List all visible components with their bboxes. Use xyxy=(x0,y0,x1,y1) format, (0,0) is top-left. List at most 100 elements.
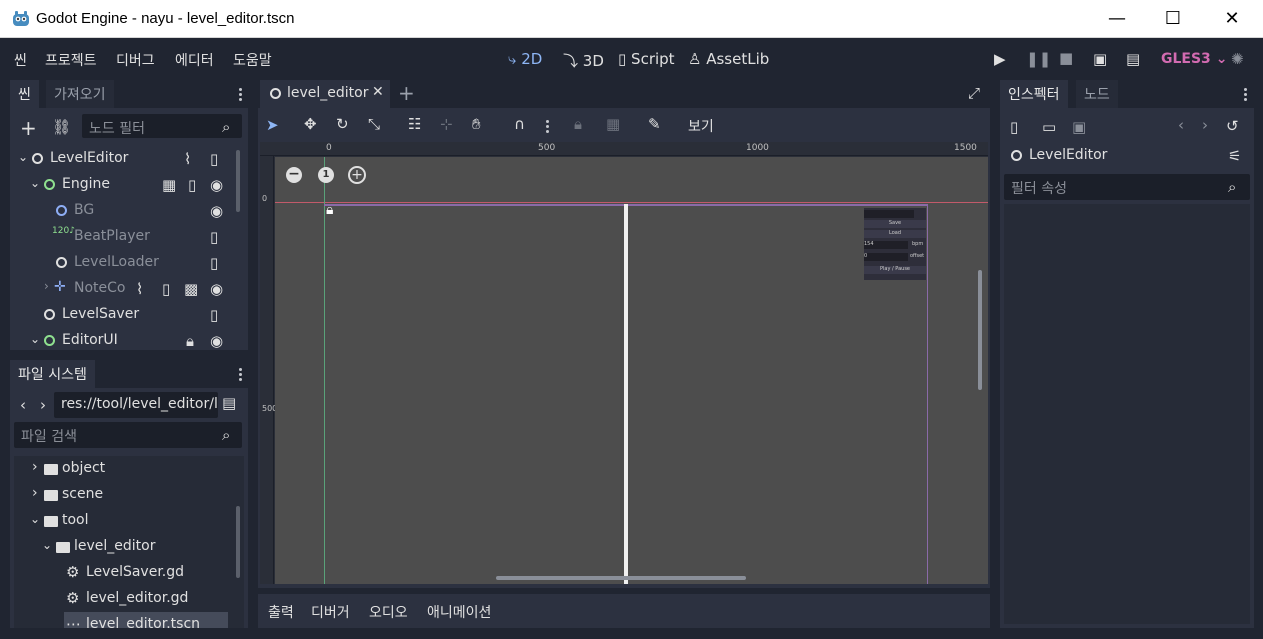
open-folder-icon[interactable]: ▭ xyxy=(1042,118,1056,136)
visibility-eye-icon[interactable]: ◉ xyxy=(210,280,223,298)
group-icon[interactable]: ▦ xyxy=(606,115,620,133)
workspace-assetlib-button[interactable]: ♙ AssetLib xyxy=(688,50,769,68)
distraction-free-icon[interactable]: ⤢ xyxy=(968,84,980,102)
chevron-right-icon[interactable]: › xyxy=(32,485,38,501)
file-item-scene[interactable]: ⋯ level_editor.tscn xyxy=(64,612,228,628)
new-resource-icon[interactable]: ▯ xyxy=(1010,118,1018,136)
snap-options-icon[interactable] xyxy=(546,118,550,135)
filter-properties-input[interactable]: 필터 속성 xyxy=(1004,174,1250,200)
zoom-in-icon[interactable]: + xyxy=(348,166,366,184)
node-filter-input[interactable]: 노드 필터 xyxy=(82,114,242,138)
script-icon[interactable]: ▯ xyxy=(210,228,218,246)
tree-node-leveleditor[interactable]: ⌄ LevelEditor ⌇ ▯ xyxy=(14,146,240,172)
chevron-down-icon[interactable]: ⌄ xyxy=(30,512,40,526)
file-item-script[interactable]: ⚙ level_editor.gd xyxy=(14,586,238,612)
chevron-down-icon[interactable]: ⌄ xyxy=(30,176,40,190)
file-item-folder[interactable]: › scene xyxy=(14,482,238,508)
filesystem-menu-icon[interactable] xyxy=(239,366,243,383)
tab-filesystem[interactable]: 파일 시스템 xyxy=(10,360,95,388)
clapper-icon[interactable]: ▦ xyxy=(162,176,176,194)
script-icon[interactable]: ▯ xyxy=(210,150,218,168)
history-forward-icon[interactable]: › xyxy=(1202,116,1208,134)
script-icon[interactable]: ▯ xyxy=(188,176,196,194)
instance-scene-icon[interactable]: ⛓ xyxy=(52,118,71,136)
renderer-select[interactable]: GLES3 ⌄ xyxy=(1161,51,1227,67)
view-menu[interactable]: 보기 xyxy=(688,116,714,136)
lock-icon[interactable]: 🔒︎ xyxy=(574,115,582,133)
zoom-out-icon[interactable]: − xyxy=(286,167,302,183)
lock-icon[interactable]: 🔒︎ xyxy=(186,332,194,348)
maximize-button[interactable]: ☐ xyxy=(1144,0,1202,38)
chevron-right-icon[interactable]: › xyxy=(32,459,38,475)
chevron-right-icon[interactable]: › xyxy=(44,279,49,293)
skeleton-icon[interactable]: ✎ xyxy=(648,115,661,133)
play-scene-icon[interactable]: ▣ xyxy=(1093,50,1107,68)
file-tree-scrollbar[interactable] xyxy=(236,506,240,578)
back-icon[interactable]: ‹ xyxy=(20,396,26,414)
tree-node-editorui[interactable]: ⌄ EditorUI 🔒︎ ◉ xyxy=(14,328,240,348)
tree-node-bg[interactable]: BG ◉ xyxy=(14,198,240,224)
add-node-icon[interactable]: + xyxy=(20,116,37,140)
stop-icon[interactable]: ■ xyxy=(1059,49,1073,67)
script-icon[interactable]: ▯ xyxy=(210,254,218,272)
object-properties-icon[interactable]: ⚟ xyxy=(1228,147,1241,165)
list-select-icon[interactable]: ☷ xyxy=(408,115,421,133)
group-icon[interactable]: ▩ xyxy=(184,280,198,298)
visibility-eye-icon[interactable]: ◉ xyxy=(210,202,223,220)
signal-icon[interactable]: ⌇ xyxy=(184,150,191,168)
close-tab-icon[interactable]: ✕ xyxy=(372,84,384,100)
save-icon[interactable]: ▣ xyxy=(1072,118,1086,136)
pan-mode-icon[interactable]: ✋︎ xyxy=(472,115,481,133)
minimize-button[interactable]: — xyxy=(1088,0,1146,38)
tab-scene[interactable]: 씬 xyxy=(10,80,39,108)
signal-icon[interactable]: ⌇ xyxy=(136,280,143,298)
workspace-3d-button[interactable]: ⤵ 3D xyxy=(563,50,604,71)
tree-node-beatplayer[interactable]: 120♪ BeatPlayer ▯ xyxy=(14,224,240,250)
inspector-menu-icon[interactable] xyxy=(1244,86,1248,103)
script-icon[interactable]: ▯ xyxy=(162,280,170,298)
filesystem-path-input[interactable]: res://tool/level_editor/l xyxy=(54,392,218,418)
visibility-eye-icon[interactable]: ◉ xyxy=(210,332,223,348)
forward-icon[interactable]: › xyxy=(40,396,46,414)
tab-node[interactable]: 노드 xyxy=(1076,80,1118,108)
play-icon[interactable]: ▶ xyxy=(994,50,1006,68)
tree-node-levelsaver[interactable]: LevelSaver ▯ xyxy=(14,302,240,328)
tab-debugger[interactable]: 디버거 xyxy=(311,602,350,622)
tree-node-engine[interactable]: ⌄ Engine ▦ ▯ ◉ xyxy=(14,172,240,198)
tab-inspector[interactable]: 인스펙터 xyxy=(1000,80,1068,108)
workspace-script-button[interactable]: ▯ Script xyxy=(618,50,675,68)
menu-editor[interactable]: 에디터 xyxy=(175,50,214,70)
split-mode-icon[interactable]: ▤ xyxy=(222,394,236,412)
menu-help[interactable]: 도움말 xyxy=(233,50,272,70)
scene-dock-menu-icon[interactable] xyxy=(239,86,243,103)
chevron-down-icon[interactable]: ⌄ xyxy=(30,332,40,346)
script-icon[interactable]: ▯ xyxy=(210,306,218,324)
snap-icon[interactable]: ∩ xyxy=(514,115,525,133)
file-item-folder[interactable]: ⌄ level_editor xyxy=(14,534,238,560)
file-item-folder[interactable]: › object xyxy=(14,456,238,482)
tree-node-noteco[interactable]: › ✛ NoteCo ⌇ ▯ ▩ ◉ xyxy=(14,276,240,302)
viewport-vscrollbar[interactable] xyxy=(978,270,982,390)
scene-tab[interactable]: level_editor ✕ xyxy=(260,80,390,108)
tab-audio[interactable]: 오디오 xyxy=(369,602,408,622)
menu-scene[interactable]: 씬 xyxy=(14,50,27,70)
file-item-folder[interactable]: ⌄ tool xyxy=(14,508,238,534)
menu-debug[interactable]: 디버그 xyxy=(116,50,155,70)
chevron-down-icon[interactable]: ⌄ xyxy=(18,150,28,164)
tab-output[interactable]: 출력 xyxy=(268,602,294,622)
menu-project[interactable]: 프로젝트 xyxy=(45,50,97,70)
workspace-2d-button[interactable]: ⤷ 2D xyxy=(508,50,542,68)
chevron-down-icon[interactable]: ⌄ xyxy=(42,538,52,552)
scene-tree-scrollbar[interactable] xyxy=(236,150,240,212)
pause-icon[interactable]: ❚❚ xyxy=(1026,50,1051,68)
history-icon[interactable]: ↺ xyxy=(1226,117,1239,135)
viewport-hscrollbar[interactable] xyxy=(496,576,746,580)
file-item-script[interactable]: ⚙ LevelSaver.gd xyxy=(14,560,238,586)
tab-animation[interactable]: 애니메이션 xyxy=(427,602,491,622)
history-back-icon[interactable]: ‹ xyxy=(1178,116,1184,134)
rotate-mode-icon[interactable]: ↻ xyxy=(336,115,349,133)
select-mode-icon[interactable]: ➤ xyxy=(266,116,279,134)
add-tab-icon[interactable]: + xyxy=(398,81,415,105)
pivot-icon[interactable]: ⊹ xyxy=(440,115,453,133)
visibility-eye-icon[interactable]: ◉ xyxy=(210,176,223,194)
